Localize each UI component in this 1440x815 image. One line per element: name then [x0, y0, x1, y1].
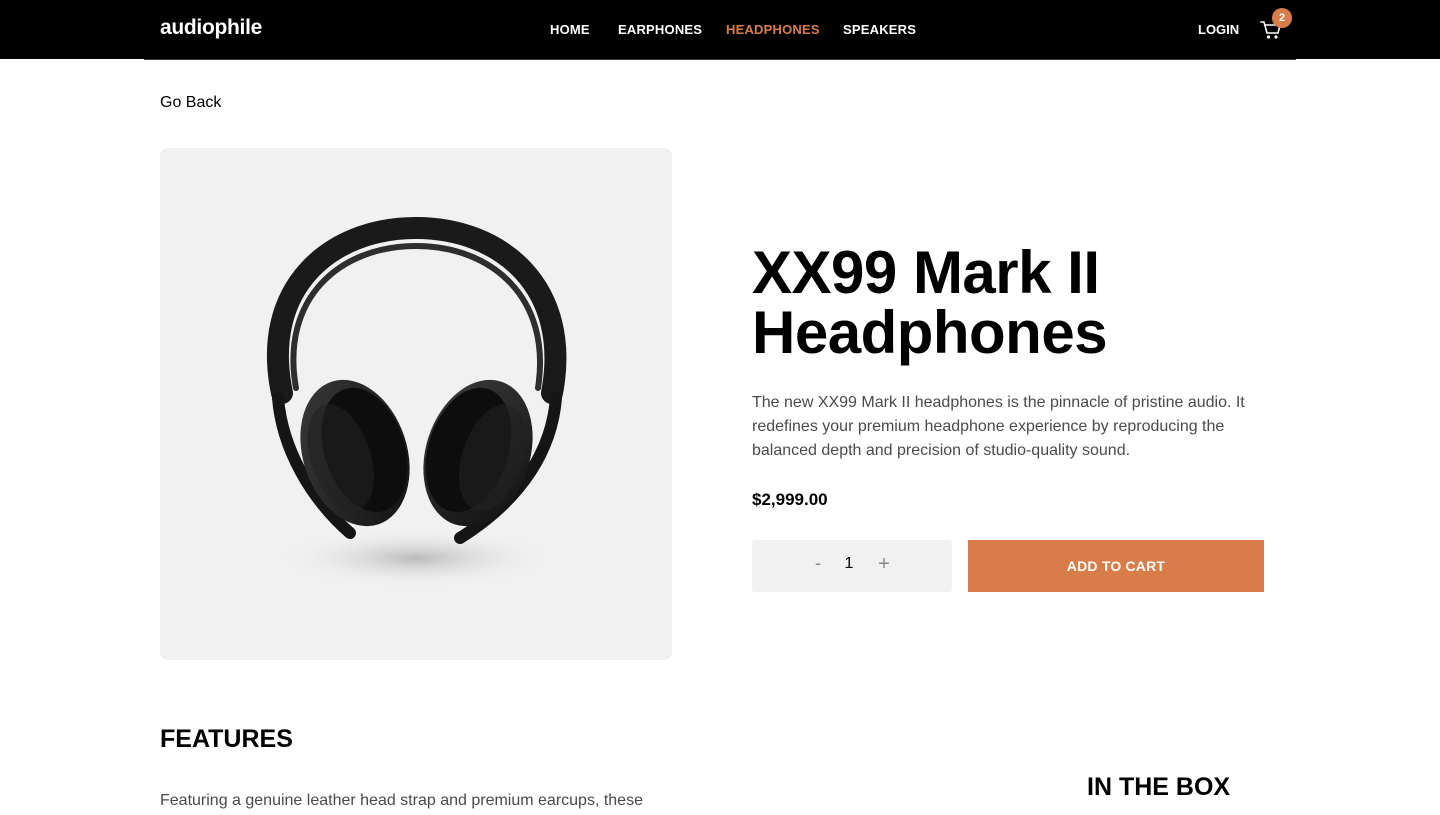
- login-link[interactable]: LOGIN: [1198, 22, 1239, 37]
- product-name: XX99 Mark II Headphones: [752, 239, 1108, 366]
- in-the-box-heading: IN THE BOX: [1087, 773, 1231, 801]
- nav-item-home[interactable]: HOME: [550, 22, 590, 37]
- nav-item-earphones[interactable]: EARPHONES: [618, 22, 702, 37]
- product-price: $2,999.00: [752, 490, 828, 509]
- add-to-cart-button[interactable]: ADD TO CART: [968, 540, 1264, 592]
- quantity-decrement-button[interactable]: -: [806, 553, 830, 574]
- header-divider: [144, 59, 1296, 60]
- cart-count-badge: 2: [1272, 8, 1292, 28]
- product-description: The new XX99 Mark II headphones is the p…: [752, 394, 1245, 459]
- product-image: [160, 148, 672, 660]
- features-text: Featuring a genuine leather head strap a…: [160, 792, 643, 809]
- quantity-value: 1: [844, 555, 854, 572]
- go-back-link[interactable]: Go Back: [160, 94, 221, 112]
- headphones-image: [266, 216, 567, 588]
- features-heading: FEATURES: [160, 725, 293, 753]
- quantity-increment-button[interactable]: +: [872, 553, 896, 576]
- nav-item-speakers[interactable]: SPEAKERS: [843, 22, 916, 37]
- nav-item-headphones[interactable]: HEADPHONES: [726, 22, 820, 37]
